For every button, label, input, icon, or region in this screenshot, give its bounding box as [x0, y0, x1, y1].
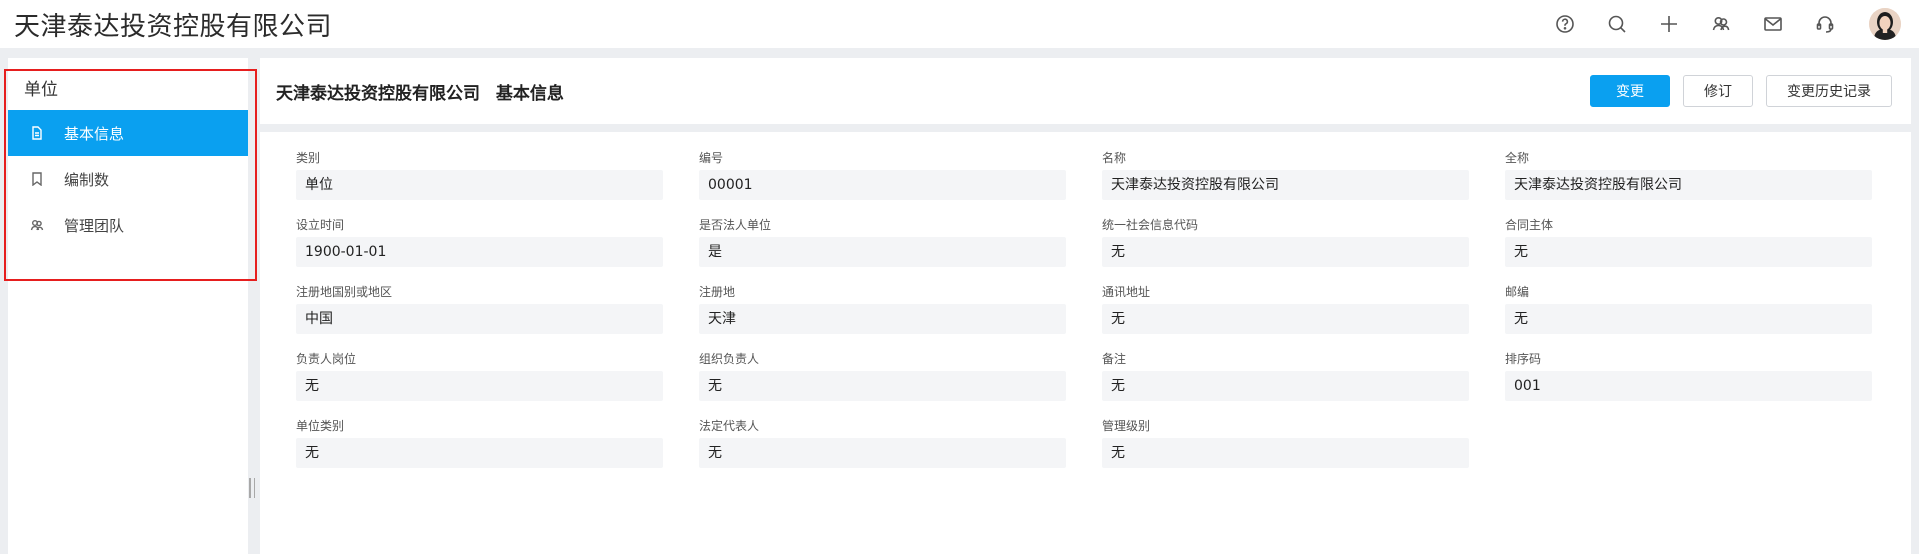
form-field: 单位类别无: [296, 416, 663, 483]
field-value: 001: [1505, 371, 1872, 401]
field-value: 无: [296, 438, 663, 468]
field-value: 无: [1102, 371, 1469, 401]
field-label: 注册地国别或地区: [296, 285, 393, 299]
revise-button[interactable]: 修订: [1683, 75, 1753, 107]
field-value: 00001: [699, 170, 1066, 200]
field-label: 全称: [1505, 151, 1530, 165]
bookmark-icon: [29, 171, 45, 187]
form-field: 合同主体无: [1505, 215, 1872, 282]
change-history-button[interactable]: 变更历史记录: [1766, 75, 1892, 107]
sidebar-item-label: 编制数: [64, 170, 110, 189]
action-bar: 变更 修订 变更历史记录: [1577, 75, 1911, 107]
field-label: 合同主体: [1505, 218, 1554, 232]
form-field: 法定代表人无: [699, 416, 1066, 483]
field-label: 编号: [699, 151, 724, 165]
field-value: 无: [699, 371, 1066, 401]
field-value: 无: [1505, 304, 1872, 334]
sidebar-item-label: 基本信息: [64, 124, 125, 143]
field-label: 组织负责人: [699, 352, 760, 366]
field-label: 法定代表人: [699, 419, 760, 433]
form-field: 类别 单位: [296, 148, 663, 215]
form-field: 备注无: [1102, 349, 1469, 416]
form-field: 注册地国别或地区中国: [296, 282, 663, 349]
form-field: 负责人岗位无: [296, 349, 663, 416]
sidebar-resize-handle[interactable]: [249, 478, 255, 498]
field-value: 中国: [296, 304, 663, 334]
form-field: 名称天津泰达投资控股有限公司: [1102, 148, 1469, 215]
help-icon[interactable]: [1553, 12, 1577, 36]
field-value: 是: [699, 237, 1066, 267]
field-label: 设立时间: [296, 218, 345, 232]
sidebar-item-label: 管理团队: [64, 216, 125, 235]
field-value: 无: [1505, 237, 1872, 267]
form-field: 通讯地址无: [1102, 282, 1469, 349]
field-value: 无: [1102, 438, 1469, 468]
top-toolbar: [1539, 0, 1919, 48]
field-value: 无: [1102, 304, 1469, 334]
basic-info-form: 类别 单位 编号 00001 名称 天津泰达投资控股有限公司 全称 天津泰达投资控股有限公司设…: [260, 132, 1911, 554]
field-value: 1900-01-01: [296, 237, 663, 267]
field-label: 通讯地址: [1102, 285, 1151, 299]
form-field: 全称天津泰达投资控股有限公司: [1505, 148, 1872, 215]
team-icon[interactable]: [1709, 12, 1733, 36]
field-label: 注册地: [699, 285, 736, 299]
field-label: 排序码: [1505, 352, 1542, 366]
page-title-company: 天津泰达投资控股有限公司: [276, 83, 480, 104]
form-field: 管理级别无: [1102, 416, 1469, 483]
page-title-section: 基本信息: [495, 83, 564, 104]
field-label: 备注: [1102, 352, 1127, 366]
field-value: 无: [1102, 237, 1469, 267]
form-field: 组织负责人无: [699, 349, 1066, 416]
field-label: 管理级别: [1102, 419, 1151, 433]
search-icon[interactable]: [1605, 12, 1629, 36]
main-header: 天津泰达投资控股有限公司 基本信息 变更 修订 变更历史记录: [260, 58, 1911, 124]
form-grid: 类别 单位 编号 00001 名称 天津泰达投资控股有限公司 全称 天津泰达投资控股有限公司设…: [296, 148, 1872, 483]
field-value: 无: [699, 438, 1066, 468]
mail-icon[interactable]: [1761, 12, 1785, 36]
sidebar-item-headcount[interactable]: 编制数: [8, 156, 248, 202]
form-field: 统一社会信息代码无: [1102, 215, 1469, 282]
field-label: 类别: [296, 151, 321, 165]
form-field: 注册地 天津: [699, 282, 1066, 349]
sidebar: 单位 基本信息 编制数 管理团队: [8, 58, 248, 554]
page-title: 天津泰达投资控股有限公司 基本信息: [260, 79, 564, 104]
headset-icon[interactable]: [1813, 12, 1837, 36]
app-title: 天津泰达投资控股有限公司: [14, 11, 333, 42]
plus-icon[interactable]: [1657, 12, 1681, 36]
sidebar-item-basic-info[interactable]: 基本信息: [8, 110, 248, 156]
form-field: 编号 00001: [699, 148, 1066, 215]
field-value: 天津: [699, 304, 1066, 334]
field-label: 统一社会信息代码: [1102, 218, 1199, 232]
top-bar: 天津泰达投资控股有限公司: [0, 0, 1919, 48]
user-avatar[interactable]: [1869, 8, 1901, 40]
field-value: 无: [296, 371, 663, 401]
field-label: 名称: [1102, 151, 1127, 165]
sidebar-item-management-team[interactable]: 管理团队: [8, 202, 248, 248]
field-label: 负责人岗位: [296, 352, 357, 366]
field-label: 邮编: [1505, 285, 1530, 299]
field-value: 天津泰达投资控股有限公司: [1102, 170, 1469, 200]
form-field: 排序码 001: [1505, 349, 1872, 416]
form-field: 邮编无: [1505, 282, 1872, 349]
sidebar-header: 单位: [24, 80, 58, 100]
field-label: 是否法人单位: [699, 218, 772, 232]
form-field: 设立时间 1900-01-01: [296, 215, 663, 282]
document-icon: [29, 125, 45, 141]
field-value: 天津泰达投资控股有限公司: [1505, 170, 1872, 200]
field-value: 单位: [296, 170, 663, 200]
change-button[interactable]: 变更: [1590, 75, 1670, 107]
form-field: 是否法人单位是: [699, 215, 1066, 282]
team-icon: [29, 217, 45, 233]
field-label: 单位类别: [296, 419, 345, 433]
